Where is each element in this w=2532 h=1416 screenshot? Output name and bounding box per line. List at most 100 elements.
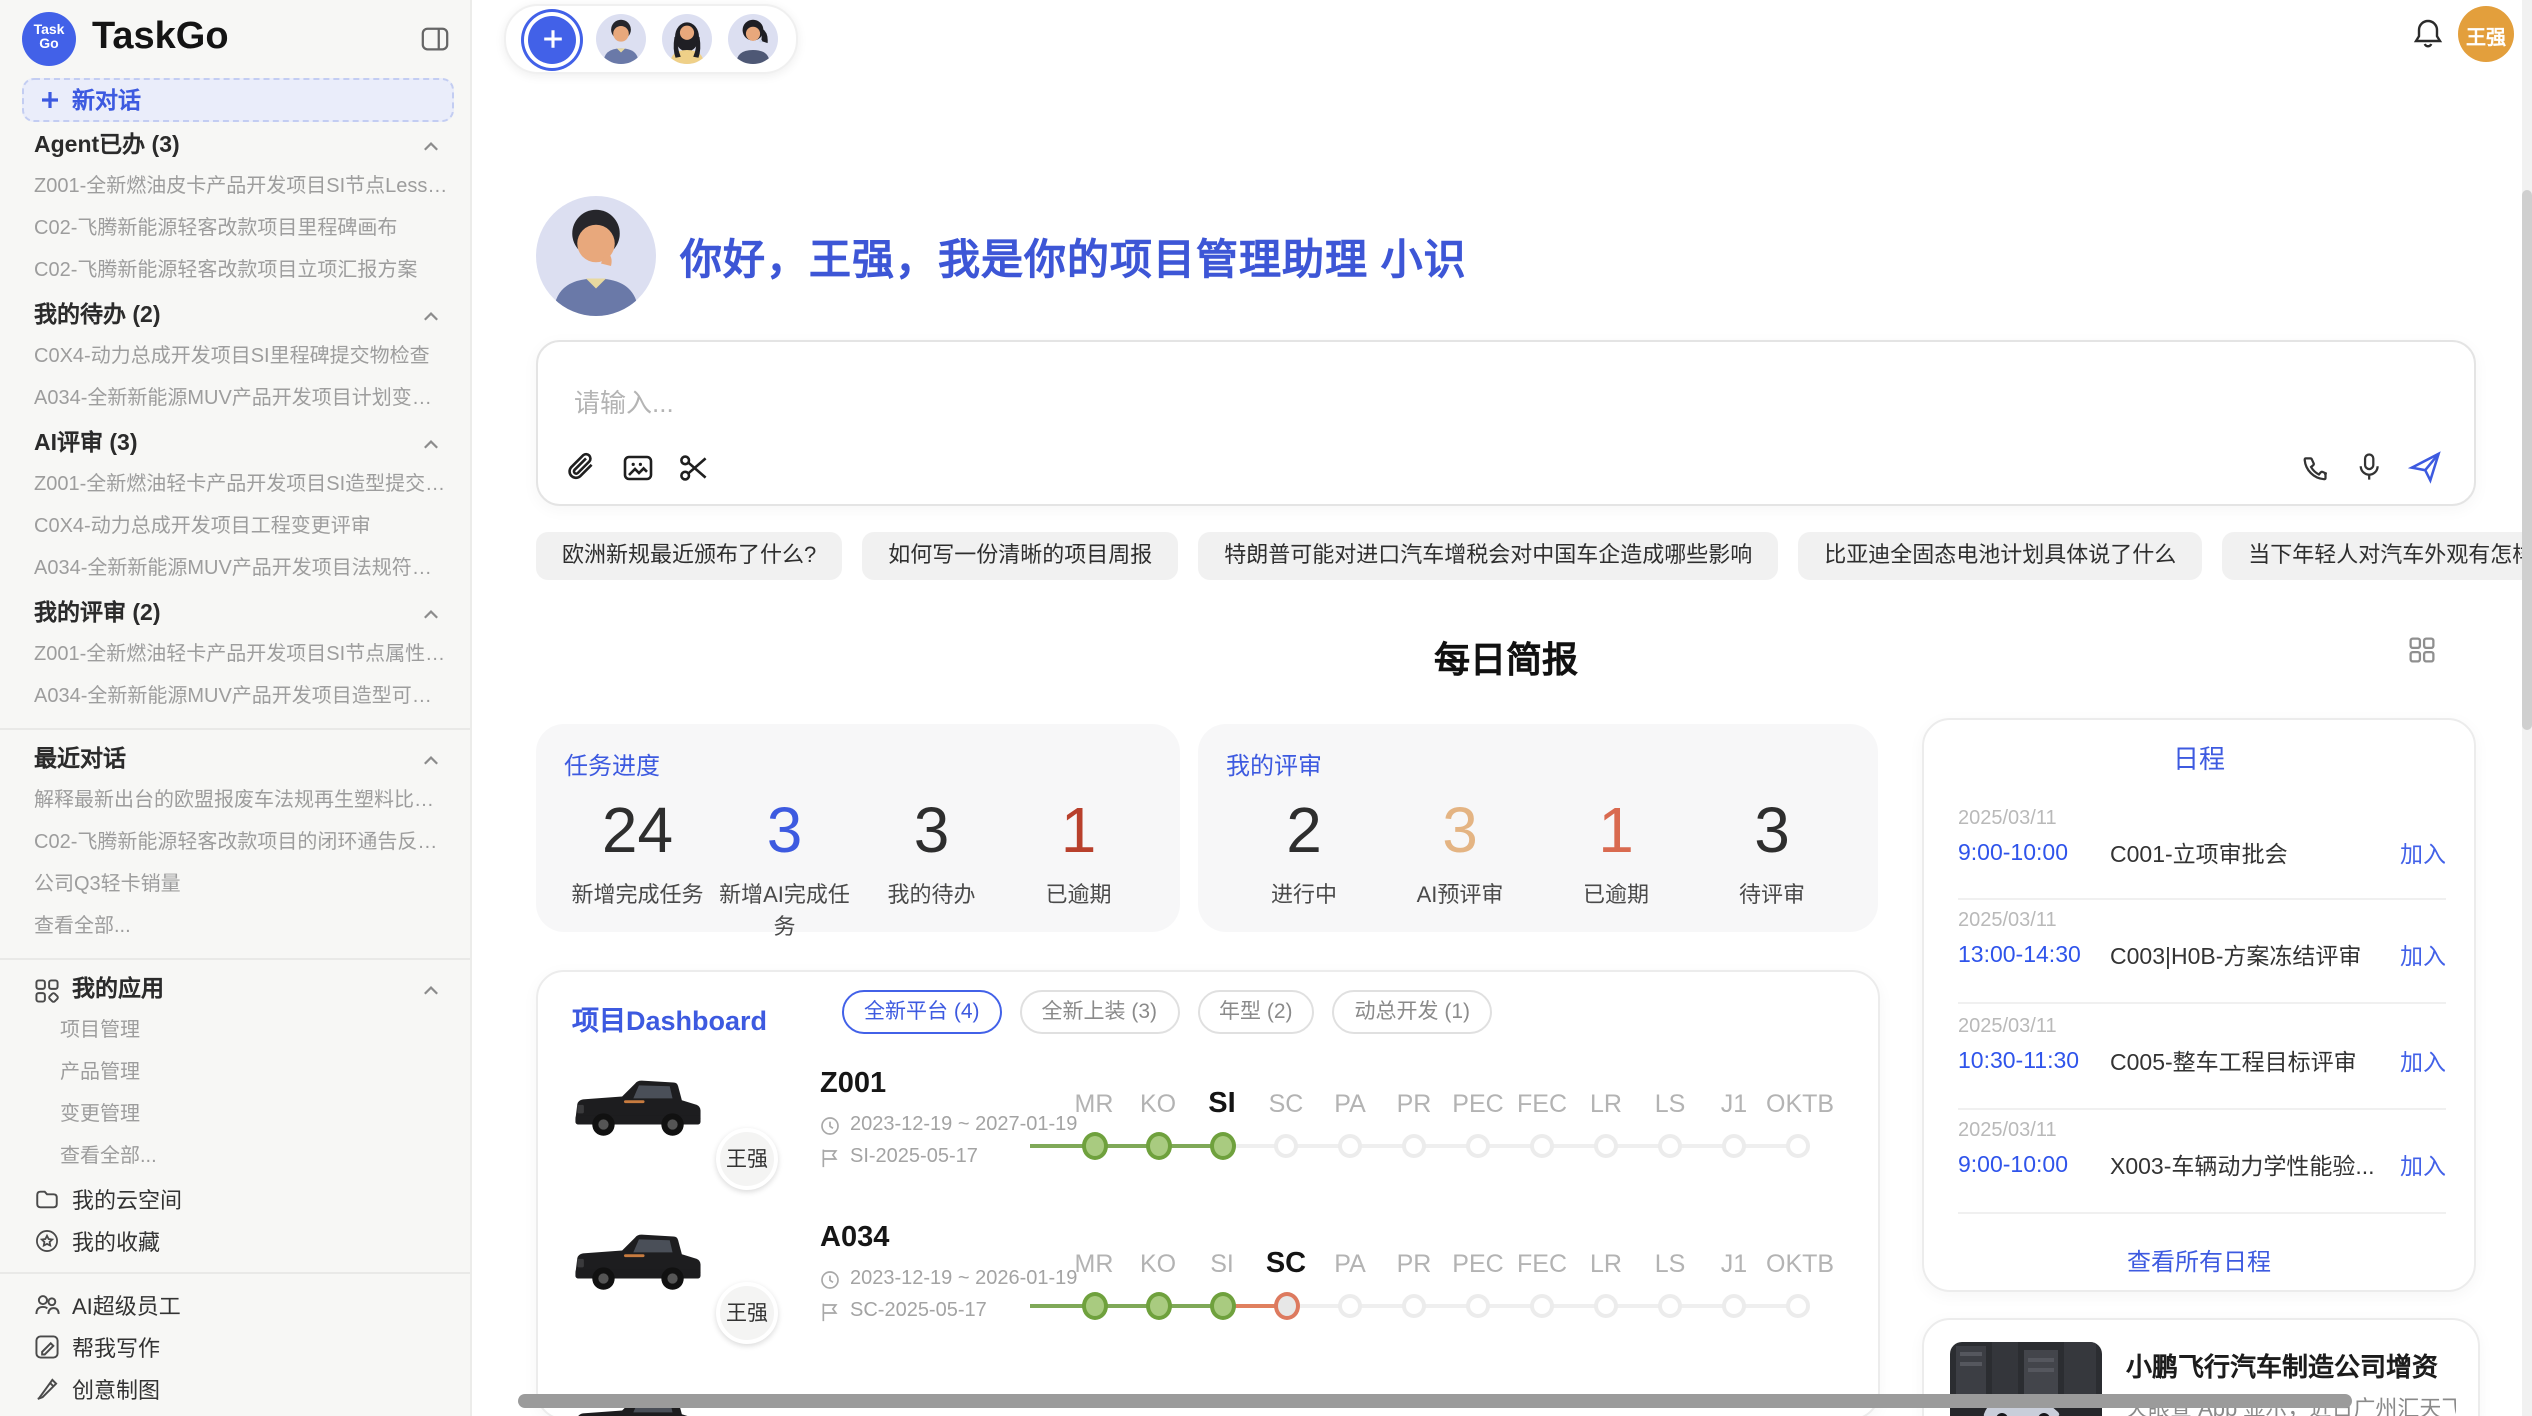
milestone-dots [1062, 1290, 1830, 1322]
mic-icon[interactable] [2354, 452, 2384, 482]
sidebar-item-label: 我的云空间 [72, 1183, 182, 1215]
milestone-label: KO [1126, 1090, 1190, 1118]
schedule-entry[interactable]: 13:00-14:30 C003|H0B-方案冻结评审 加入 [1958, 940, 2446, 972]
sidebar-item[interactable]: A034-全新新能源MUV产品开发项目法规符合性评审 [34, 548, 450, 590]
join-link[interactable]: 加入 [2400, 838, 2446, 870]
milestone-label: J1 [1702, 1090, 1766, 1118]
notification-bell-icon[interactable] [2412, 18, 2444, 50]
suggestion-chip[interactable]: 欧洲新规最近颁布了什么? [536, 532, 842, 580]
suggestion-chip[interactable]: 特朗普可能对进口汽车增税会对中国车企造成哪些影响 [1198, 532, 1778, 580]
sidebar-app-item[interactable]: 变更管理 [34, 1094, 450, 1136]
sidebar-group-header[interactable]: 我的应用 [34, 970, 450, 1010]
chat-composer[interactable]: 请输入... [536, 340, 2476, 506]
sidebar-item[interactable]: Z001-全新燃油皮卡产品开发项目SI节点Lesson Learn报告 [34, 166, 450, 208]
sidebar-item-label: 我的收藏 [72, 1225, 160, 1257]
sidebar-group-header[interactable]: 最近对话 [34, 740, 450, 780]
sidebar-group-header[interactable]: AI评审 (3) [34, 424, 450, 464]
join-link[interactable]: 加入 [2400, 1046, 2446, 1078]
sidebar-item[interactable]: A034-全新新能源MUV产品开发项目造型可行性评审 [34, 676, 450, 718]
group-title: 最近对话 [34, 740, 126, 780]
sidebar-group-header[interactable]: 我的待办 (2) [34, 296, 450, 336]
flag-label: SC-2025-05-17 [850, 1300, 987, 1322]
sidebar-item[interactable]: Z001-全新燃油轻卡产品开发项目SI节点属性5D文件评审 [34, 634, 450, 676]
view-all-schedule-link[interactable]: 查看所有日程 [1924, 1244, 2474, 1278]
sidebar-group-header[interactable]: 我的评审 (2) [34, 594, 450, 634]
send-icon[interactable] [2408, 450, 2442, 484]
schedule-entry[interactable]: 9:00-10:00 C001-立项审批会 加入 [1958, 838, 2446, 870]
scissors-icon[interactable] [678, 452, 710, 484]
stat-value: 3 [711, 790, 858, 870]
filter-pill[interactable]: 动总开发 (1) [1333, 990, 1493, 1034]
sidebar-item-creative-draw[interactable]: 创意制图 [34, 1368, 450, 1410]
composer-left-icons [566, 452, 710, 484]
sidebar-item[interactable]: C0X4-动力总成开发项目SI里程碑提交物检查 [34, 336, 450, 378]
divider [0, 1272, 470, 1274]
sidebar-item-ai-super-staff[interactable]: AI超级员工 [34, 1284, 450, 1326]
filter-pill[interactable]: 年型 (2) [1197, 990, 1315, 1034]
stat-value: 1 [1538, 790, 1694, 870]
view-all-link[interactable]: 查看全部... [34, 1136, 450, 1178]
schedule-entry-title: C003|H0B-方案冻结评审 [2110, 940, 2400, 972]
user-avatar[interactable]: 王强 [2458, 6, 2514, 62]
schedule-entry-title: C005-整车工程目标评审 [2110, 1046, 2400, 1078]
sidebar-item[interactable]: C0X4-动力总成开发项目工程变更评审 [34, 506, 450, 548]
stat-columns: 24 新增完成任务 3 新增AI完成任务 3 我的待办 1 已逾期 [564, 790, 1152, 942]
project-car-image [568, 1058, 708, 1150]
schedule-title: 日程 [1924, 738, 2474, 776]
assistant-avatar [536, 196, 656, 316]
suggestion-chip[interactable]: 当下年轻人对汽车外观有怎样的喜好趋势 [2222, 532, 2532, 580]
session-avatar-3[interactable] [728, 14, 778, 64]
horizontal-scrollbar-thumb[interactable] [518, 1394, 2352, 1408]
join-link[interactable]: 加入 [2400, 940, 2446, 972]
suggestion-chip[interactable]: 如何写一份清晰的项目周报 [862, 532, 1178, 580]
plus-icon [541, 28, 563, 50]
group-title: 我的待办 (2) [34, 296, 161, 336]
sidebar-item[interactable]: C02-飞腾新能源轻客改款项目的闭环通告反馈情况 [34, 822, 450, 864]
sidebar-item-favorites[interactable]: 我的收藏 [34, 1220, 450, 1262]
sidebar-item[interactable]: A034-全新新能源MUV产品开发项目计划变更类编写 [34, 378, 450, 420]
sidebar-item[interactable]: C02-飞腾新能源轻客改款项目立项汇报方案 [34, 250, 450, 292]
add-session-button[interactable] [528, 15, 576, 63]
chevron-up-icon [420, 305, 442, 327]
sidebar-item[interactable]: 公司Q3轻卡销量 [34, 864, 450, 906]
stat-col: 3 AI预评审 [1382, 790, 1538, 910]
stat-value: 3 [1382, 790, 1538, 870]
join-link[interactable]: 加入 [2400, 1150, 2446, 1182]
sidebar-group-my-apps: 我的应用 项目管理 产品管理 变更管理 查看全部... [34, 970, 450, 1178]
sidebar-app-item[interactable]: 项目管理 [34, 1010, 450, 1052]
session-avatar-1[interactable] [596, 14, 646, 64]
schedule-entry[interactable]: 9:00-10:00 X003-车辆动力学性能验... 加入 [1958, 1150, 2446, 1182]
chevron-up-icon [420, 979, 442, 1001]
image-icon[interactable] [622, 452, 654, 484]
greeting-text: 你好，王强，我是你的项目管理助理 小识 [680, 228, 1467, 288]
schedule-entry[interactable]: 10:30-11:30 C005-整车工程目标评审 加入 [1958, 1046, 2446, 1078]
view-all-link[interactable]: 查看全部... [34, 906, 450, 948]
group-title: 我的应用 [72, 970, 164, 1010]
filter-pill[interactable]: 全新平台 (4) [842, 990, 1002, 1034]
sidebar-item[interactable]: Z001-全新燃油轻卡产品开发项目SI造型提交物评审 [34, 464, 450, 506]
phone-icon[interactable] [2300, 452, 2330, 482]
sidebar-item[interactable]: 解释最新出台的欧盟报废车法规再生塑料比例被调至15%... [34, 780, 450, 822]
chevron-up-icon [420, 603, 442, 625]
sidebar-item-cloud-space[interactable]: 我的云空间 [34, 1178, 450, 1220]
vertical-scrollbar-thumb[interactable] [2522, 190, 2532, 730]
project-flag: SC-2025-05-17 [820, 1300, 987, 1322]
sidebar-item[interactable]: C02-飞腾新能源轻客改款项目里程碑画布 [34, 208, 450, 250]
sidebar-group-header[interactable]: Agent已办 (3) [34, 126, 450, 166]
session-avatar-2[interactable] [662, 14, 712, 64]
stat-col: 3 新增AI完成任务 [711, 790, 858, 942]
milestone-label: OKTB [1766, 1090, 1830, 1118]
new-chat-button[interactable]: 新对话 [22, 78, 454, 122]
stat-value: 2 [1226, 790, 1382, 870]
filter-pill[interactable]: 全新上装 (3) [1020, 990, 1180, 1034]
sidebar-item-help-write[interactable]: 帮我写作 [34, 1326, 450, 1368]
briefing-layout-icon[interactable] [2408, 636, 2436, 664]
sidebar-collapse-icon[interactable] [420, 23, 450, 53]
suggestion-chip[interactable]: 比亚迪全固态电池计划具体说了什么 [1798, 532, 2202, 580]
sidebar-app-item[interactable]: 产品管理 [34, 1052, 450, 1094]
schedule-date: 2025/03/11 [1958, 1016, 2057, 1038]
attach-icon[interactable] [566, 452, 598, 484]
task-progress-card: 任务进度 24 新增完成任务 3 新增AI完成任务 3 我的待办 1 已逾期 [536, 724, 1180, 932]
milestone-label: PEC [1446, 1250, 1510, 1278]
divider [1958, 1212, 2446, 1214]
